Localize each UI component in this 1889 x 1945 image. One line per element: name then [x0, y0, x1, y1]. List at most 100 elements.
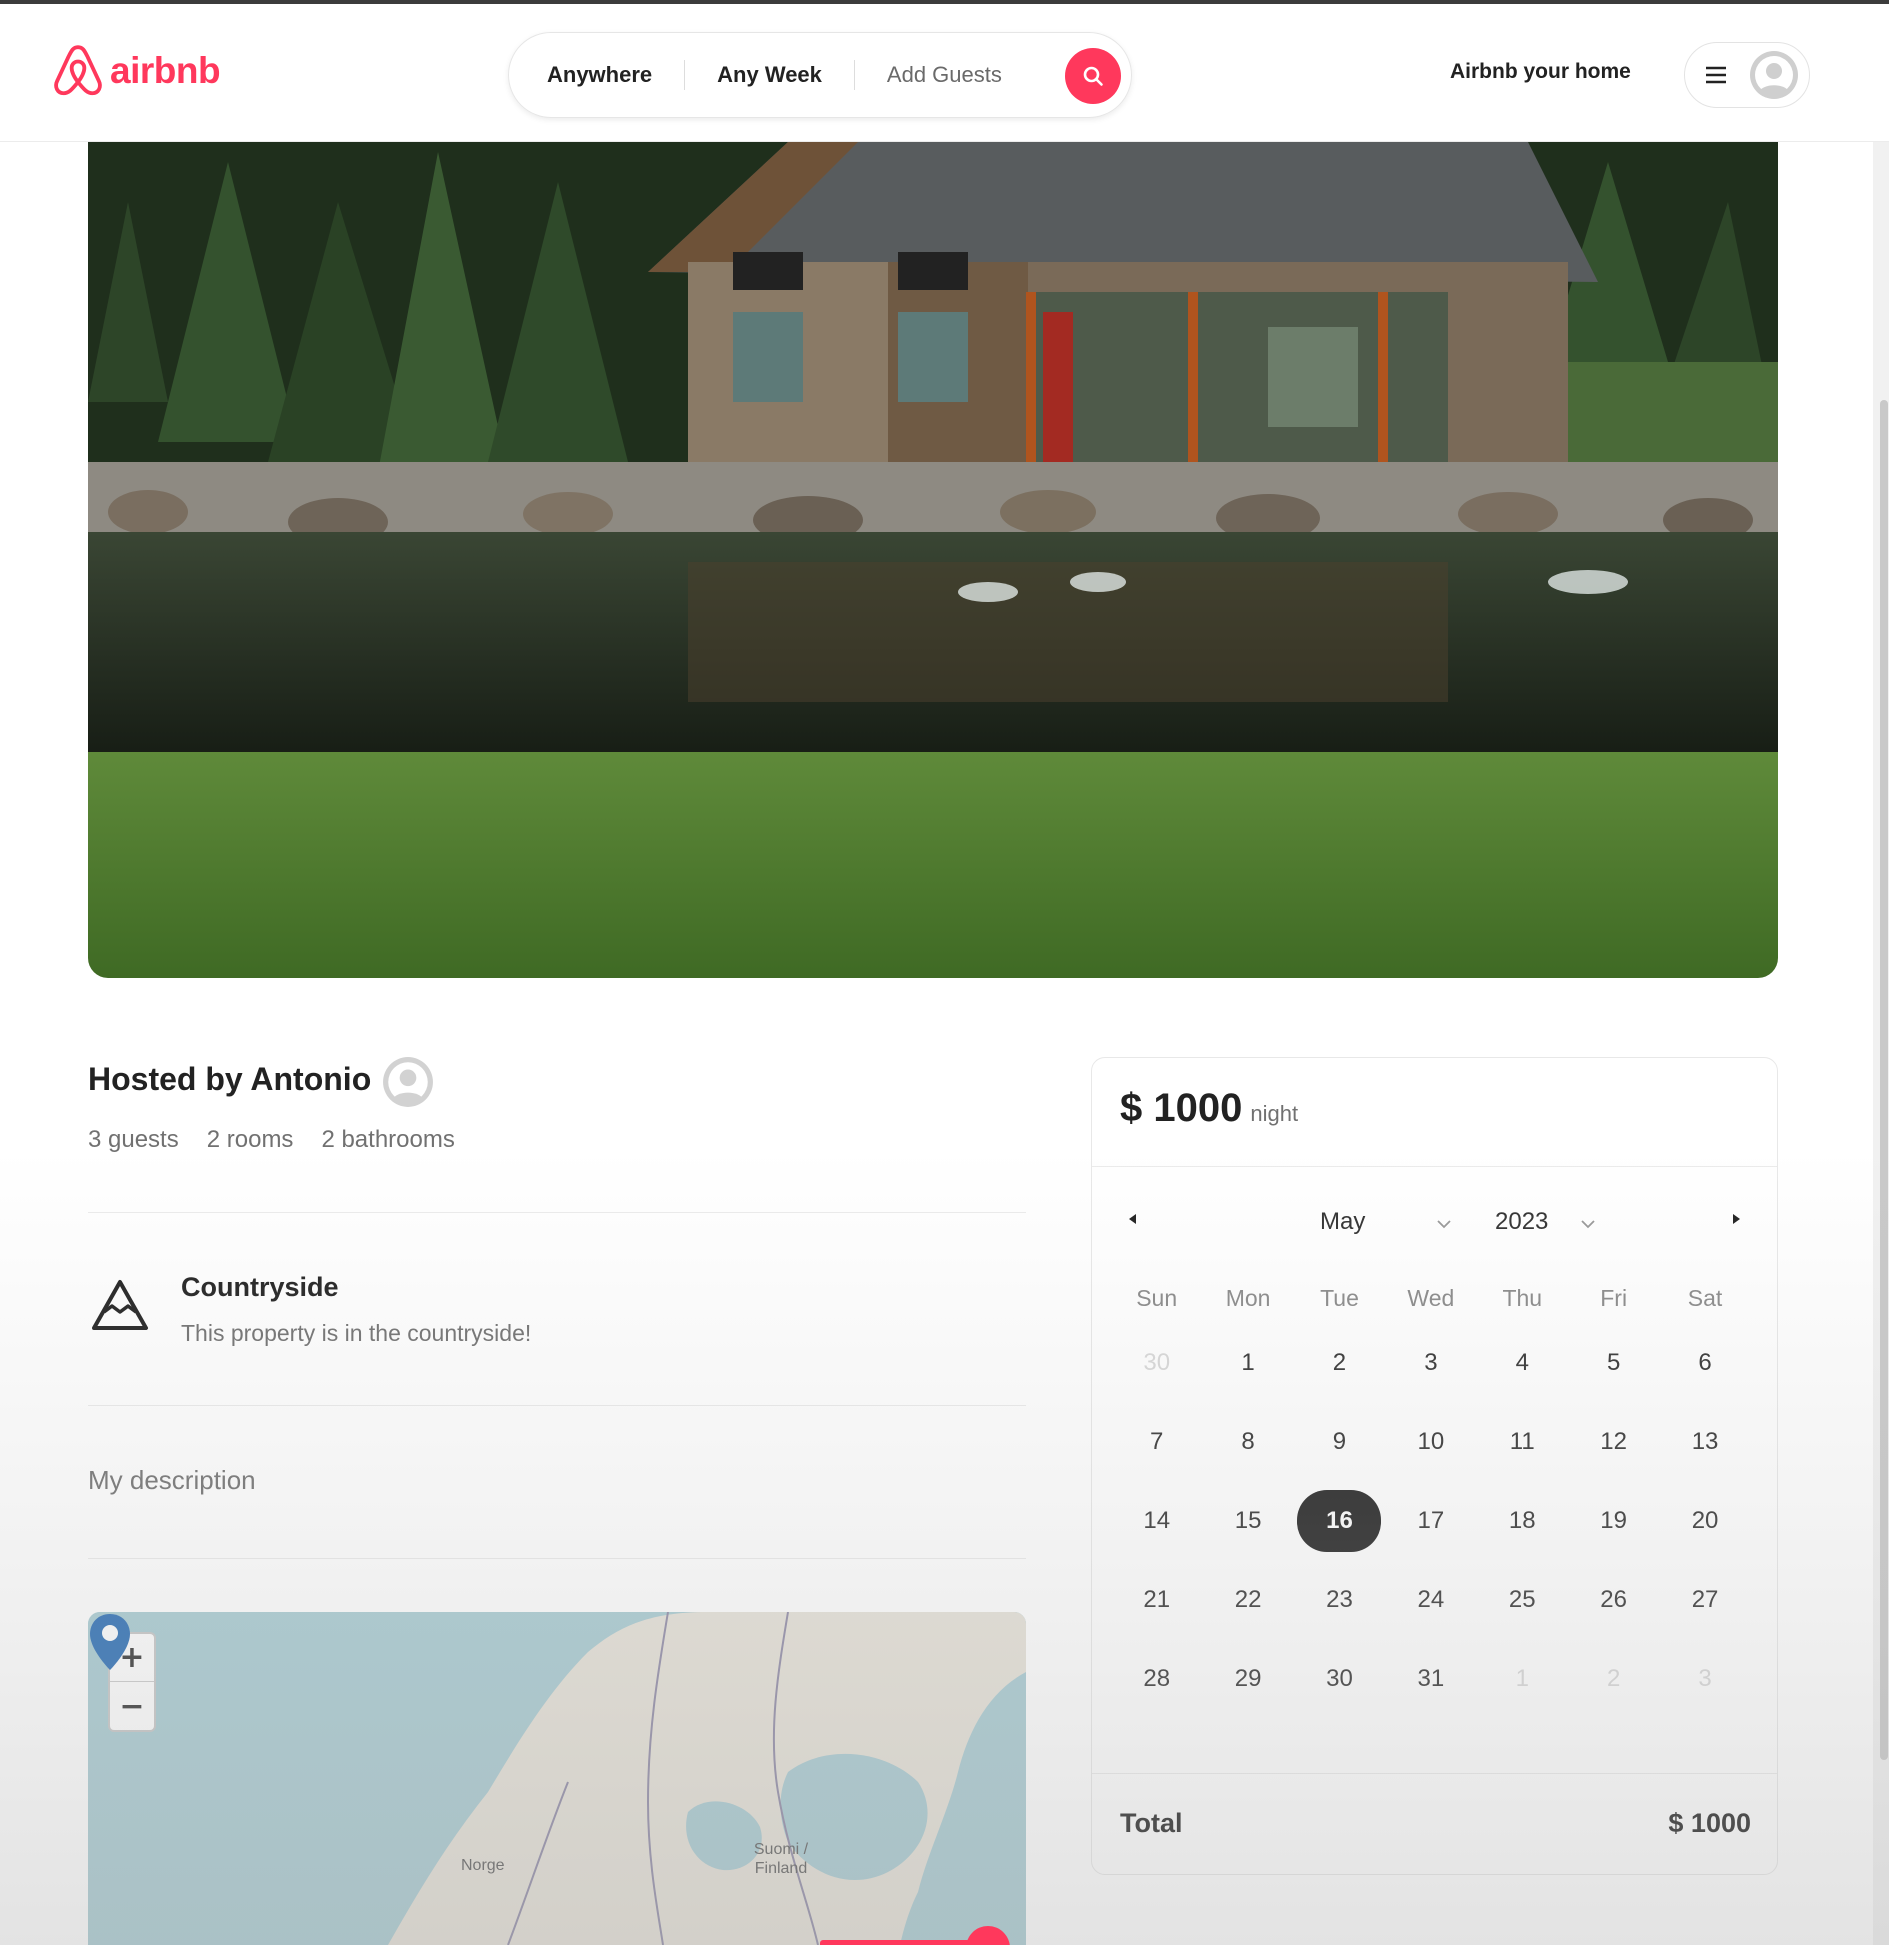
calendar-day-label: 1	[1241, 1348, 1255, 1376]
calendar-day-label: 3	[1698, 1664, 1712, 1692]
calendar-day[interactable]: 5	[1568, 1333, 1659, 1393]
calendar-day[interactable]: 17	[1385, 1491, 1476, 1551]
calendar-day[interactable]: 9	[1294, 1412, 1385, 1472]
price-unit: night	[1250, 1101, 1299, 1126]
menu-icon	[1706, 66, 1726, 84]
calendar-day-label: 31	[1417, 1664, 1445, 1692]
calendar-week-row: 14 15 16 17 18 19 20	[1111, 1481, 1751, 1560]
calendar-day[interactable]: 30	[1294, 1649, 1385, 1709]
calendar-day[interactable]: 2	[1294, 1333, 1385, 1393]
calendar-day[interactable]: 27	[1659, 1570, 1750, 1630]
calendar-day[interactable]: 3	[1659, 1649, 1750, 1709]
calendar-prev-month-icon[interactable]	[1126, 1212, 1140, 1226]
calendar-day-label: 17	[1417, 1506, 1445, 1534]
calendar-day[interactable]: 12	[1568, 1412, 1659, 1472]
airbnb-logo[interactable]: airbnb	[52, 44, 221, 98]
calendar-day[interactable]: 31	[1385, 1649, 1476, 1709]
calendar-day[interactable]: 2	[1568, 1649, 1659, 1709]
calendar-day[interactable]: 6	[1659, 1333, 1750, 1393]
calendar-day-label: 29	[1234, 1664, 1262, 1692]
calendar-year-select[interactable]: 2023	[1495, 1208, 1548, 1236]
search-bar[interactable]: Anywhere Any Week Add Guests	[508, 32, 1132, 118]
map-marker-icon[interactable]	[88, 1612, 132, 1672]
calendar-day[interactable]: 28	[1111, 1649, 1202, 1709]
chevron-down-icon[interactable]	[1436, 1218, 1452, 1230]
nightly-price: $ 1000	[1120, 1086, 1243, 1130]
scrollbar-thumb[interactable]	[1880, 400, 1888, 1760]
calendar-week-row: 28 29 30 31 1 2 3	[1111, 1639, 1751, 1718]
calendar-day[interactable]: 21	[1111, 1570, 1202, 1630]
calendar-day-label: 14	[1143, 1506, 1171, 1534]
calendar-day-label: 9	[1332, 1427, 1347, 1455]
search-when[interactable]: Any Week	[717, 62, 822, 88]
calendar-weeks: 30 1 2 3 4 5 6 7 8 9 10 11 12 13 14 15 16 17 18 19 20 21 22 23 2…	[1111, 1323, 1751, 1718]
calendar-day[interactable]: 11	[1477, 1412, 1568, 1472]
calendar-day[interactable]: 19	[1568, 1491, 1659, 1551]
calendar-day-label: 2	[1606, 1664, 1621, 1692]
calendar-day[interactable]: 14	[1111, 1491, 1202, 1551]
calendar-day[interactable]: 15	[1202, 1491, 1293, 1551]
calendar-day[interactable]: 13	[1659, 1412, 1750, 1472]
calendar-day[interactable]: 1	[1477, 1649, 1568, 1709]
calendar-day-label: 16	[1297, 1489, 1382, 1552]
weekday-label: Mon	[1225, 1284, 1271, 1311]
calendar-day-label: 11	[1509, 1427, 1535, 1455]
calendar-day[interactable]: 4	[1477, 1333, 1568, 1393]
hosted-by-heading: Hosted by Antonio	[88, 1061, 372, 1097]
search-button[interactable]	[1065, 48, 1121, 104]
calendar-day-label: 22	[1234, 1585, 1262, 1613]
chevron-down-icon[interactable]	[1580, 1218, 1596, 1230]
calendar-day-label: 13	[1691, 1427, 1719, 1455]
calendar-day[interactable]: 7	[1111, 1412, 1202, 1472]
airbnb-your-home-link[interactable]: Airbnb your home	[1450, 60, 1631, 84]
weekday-label: Sat	[1687, 1284, 1723, 1311]
calendar-day[interactable]: 1	[1202, 1333, 1293, 1393]
search-divider	[853, 60, 855, 90]
airbnb-logo-icon	[54, 45, 102, 96]
search-icon	[1083, 66, 1103, 86]
calendar-day[interactable]: 10	[1385, 1412, 1476, 1472]
calendar-day[interactable]: 30	[1111, 1333, 1202, 1393]
calendar-day-label: 23	[1326, 1585, 1353, 1613]
calendar-day[interactable]: 23	[1294, 1570, 1385, 1630]
price-row: $ 1000 night	[1120, 1086, 1298, 1131]
calendar-day-label: 10	[1417, 1427, 1445, 1455]
calendar-day-label: 30	[1326, 1664, 1353, 1692]
calendar-day-label: 4	[1515, 1348, 1529, 1376]
calendar-day-selected[interactable]: 16	[1294, 1489, 1385, 1552]
calendar-day[interactable]: 25	[1477, 1570, 1568, 1630]
reserve-button[interactable]	[820, 1940, 970, 1945]
calendar-next-month-icon[interactable]	[1729, 1212, 1743, 1226]
section-divider	[88, 1558, 1026, 1559]
calendar-day-label: 8	[1241, 1427, 1255, 1455]
calendar-day[interactable]: 8	[1202, 1412, 1293, 1472]
mountain-icon	[92, 1280, 148, 1330]
calendar-day[interactable]: 18	[1477, 1491, 1568, 1551]
listing-photo	[88, 142, 1778, 978]
search-who[interactable]: Add Guests	[887, 62, 1002, 88]
calendar-day[interactable]: 24	[1385, 1570, 1476, 1630]
calendar-month-select[interactable]: May	[1320, 1208, 1365, 1236]
calendar-day-label: 3	[1424, 1348, 1438, 1376]
location-map[interactable]: + − Norge Suomi / Finland	[88, 1612, 1026, 1945]
calendar-day[interactable]: 3	[1385, 1333, 1476, 1393]
category-description: This property is in the countryside!	[181, 1320, 532, 1346]
rooms-count: 2 rooms	[206, 1126, 294, 1153]
search-where[interactable]: Anywhere	[547, 62, 652, 88]
card-divider	[1092, 1773, 1777, 1774]
calendar-day-label: 7	[1150, 1427, 1164, 1455]
page: airbnb Anywhere Any Week Add Guests Airb…	[0, 0, 1889, 1945]
calendar-day[interactable]: 20	[1659, 1491, 1750, 1551]
zoom-out-button[interactable]: −	[110, 1682, 154, 1730]
calendar-day-label: 2	[1332, 1348, 1347, 1376]
user-menu-button[interactable]	[1684, 42, 1810, 108]
calendar-day-label: 26	[1600, 1585, 1627, 1613]
calendar-day[interactable]: 22	[1202, 1570, 1293, 1630]
calendar-day-label: 20	[1691, 1506, 1719, 1534]
top-navbar: airbnb Anywhere Any Week Add Guests Airb…	[0, 4, 1889, 142]
host-avatar-icon	[383, 1057, 433, 1107]
calendar-day[interactable]: 26	[1568, 1570, 1659, 1630]
calendar-day-label: 30	[1143, 1348, 1171, 1376]
calendar-day[interactable]: 29	[1202, 1649, 1293, 1709]
guests-count: 3 guests	[88, 1126, 179, 1153]
